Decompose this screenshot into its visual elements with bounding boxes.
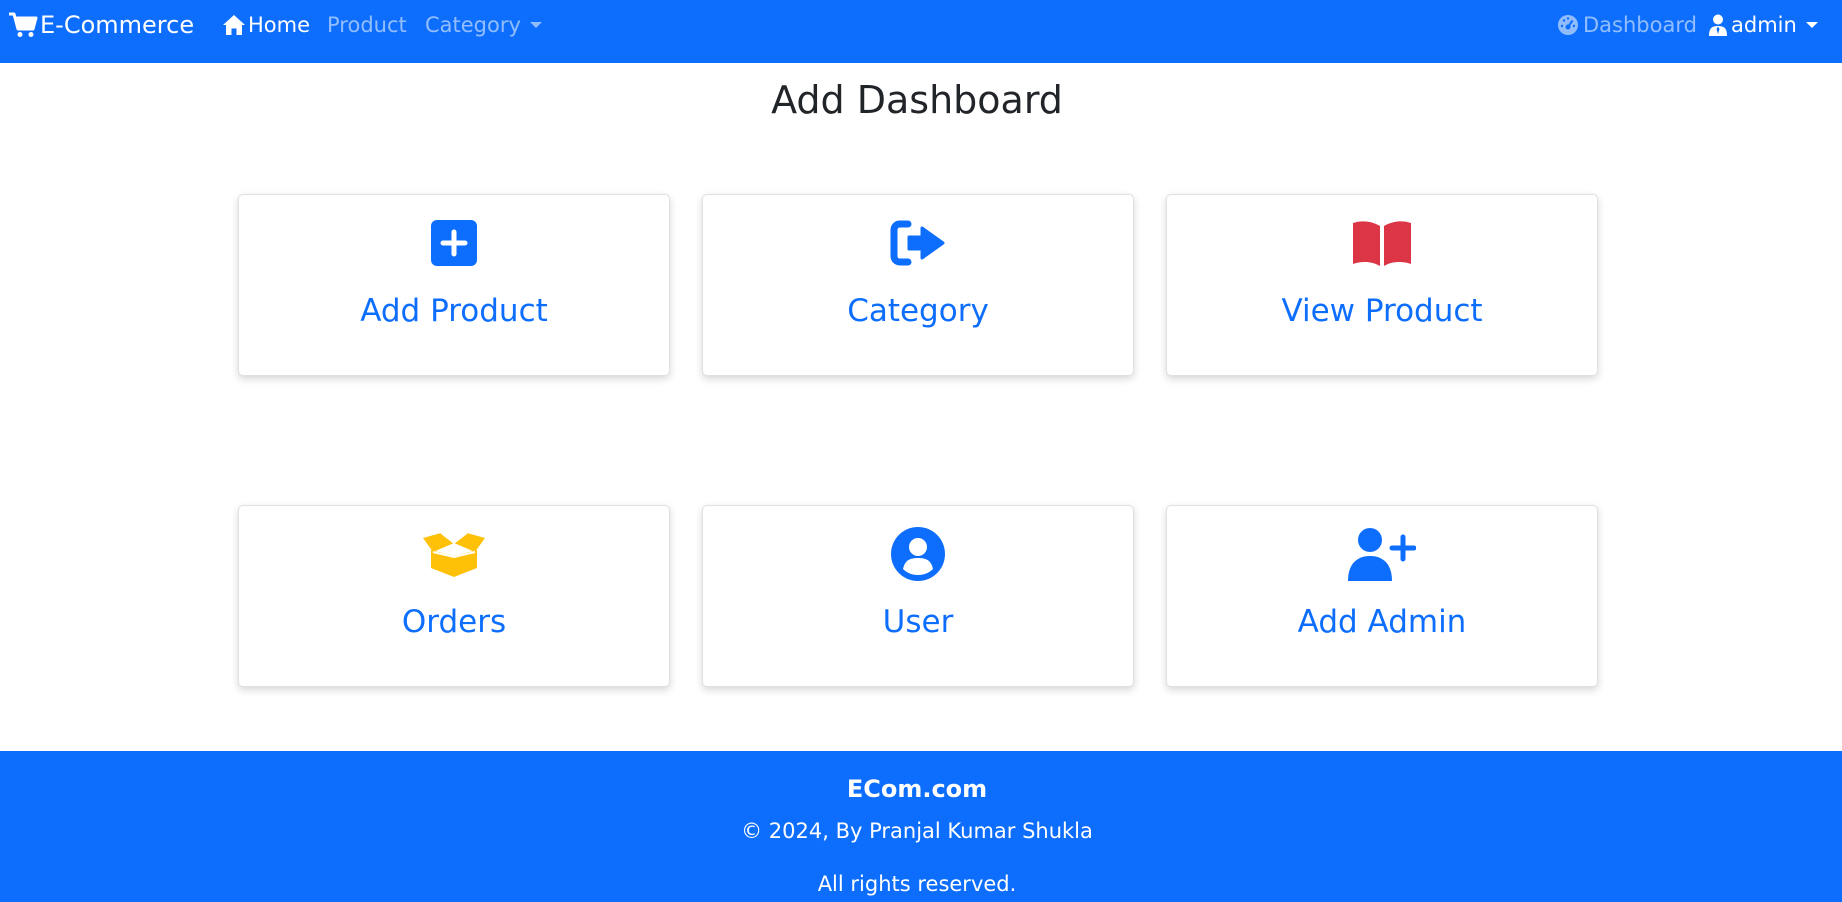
page-title: Add Dashboard: [771, 78, 1063, 122]
card-user[interactable]: User: [702, 505, 1134, 687]
user-plus-icon: [1348, 528, 1416, 581]
footer-rights: All rights reserved.: [817, 872, 1017, 896]
card-add-admin[interactable]: Add Admin: [1166, 505, 1598, 687]
card-view-product[interactable]: View Product: [1166, 194, 1598, 376]
brand-label: E-Commerce: [40, 11, 195, 39]
card-orders[interactable]: Orders: [238, 505, 670, 687]
navbar: E-Commerce Home Product Category Dashboa…: [0, 0, 1842, 63]
card-label: Orders: [401, 604, 507, 640]
footer: ECom.com © 2024, By Pranjal Kumar Shukla…: [0, 751, 1842, 902]
card-add-product[interactable]: Add Product: [238, 194, 670, 376]
open-book-icon: [1353, 221, 1411, 266]
nav-admin-dropdown[interactable]: admin: [1709, 0, 1818, 50]
cart-icon: [9, 12, 38, 37]
chevron-down-icon: [1805, 22, 1818, 28]
nav-product[interactable]: Product: [327, 0, 407, 50]
plus-square-icon: [431, 220, 477, 266]
nav-category-dropdown[interactable]: Category: [425, 0, 542, 50]
user-circle-icon: [891, 527, 945, 581]
gauge-icon: [1558, 15, 1578, 35]
home-icon: [223, 15, 245, 35]
card-label: Category: [847, 293, 989, 329]
nav-category-label: Category: [425, 13, 521, 37]
card-category[interactable]: Category: [702, 194, 1134, 376]
nav-dashboard[interactable]: Dashboard: [1557, 0, 1697, 50]
footer-copyright: © 2024, By Pranjal Kumar Shukla: [741, 819, 1093, 843]
nav-admin-label: admin: [1731, 13, 1797, 37]
brand-link[interactable]: E-Commerce: [8, 0, 194, 50]
card-label: Add Admin: [1297, 604, 1467, 640]
user-tie-icon: [1709, 14, 1727, 36]
nav-home-label: Home: [248, 13, 311, 37]
card-label: View Product: [1281, 293, 1483, 329]
nav-product-label: Product: [327, 13, 407, 37]
card-label: Add Product: [360, 293, 548, 329]
footer-site-name: ECom.com: [846, 775, 988, 803]
chevron-down-icon: [529, 22, 542, 28]
nav-home[interactable]: Home: [222, 0, 310, 50]
card-label: User: [882, 604, 954, 640]
open-box-icon: [423, 532, 485, 577]
nav-dashboard-label: Dashboard: [1583, 13, 1697, 37]
sign-out-icon: [890, 220, 945, 266]
